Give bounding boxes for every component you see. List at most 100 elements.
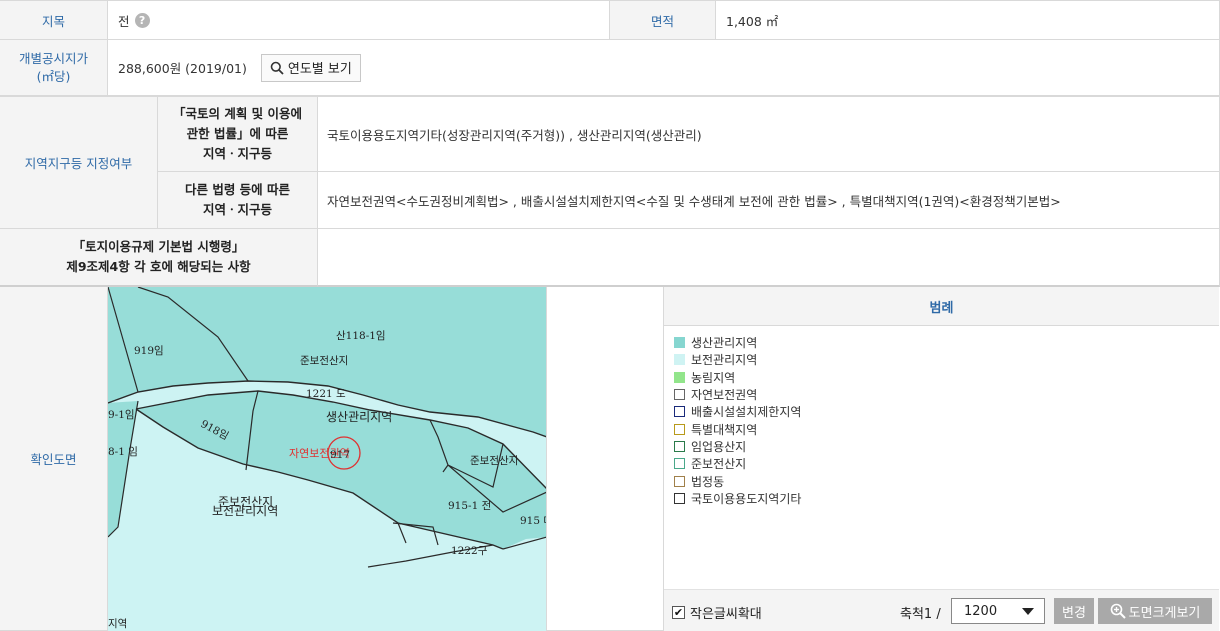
legend-item: 특별대책지역 — [674, 420, 801, 437]
small-text-label: 작은글씨확대 — [690, 607, 762, 622]
legend-item: 국토이용용도지역기타 — [674, 490, 801, 507]
change-button-label: 변경 — [1062, 605, 1086, 621]
national-law-label-1: 「국토의 계획 및 이용에 — [172, 106, 303, 121]
zoning-label: 지역지구등 지정여부 — [24, 156, 133, 171]
map-gap — [547, 287, 663, 631]
national-law-cell: 국토이용용도지역기타(성장관리지역(주거형)) , 생산관리지역(생산관리) — [318, 96, 1220, 172]
legend-swatch — [674, 371, 685, 383]
map-label-8: 8-1 임 — [108, 445, 138, 458]
map-label-5: 생산관리지역 — [326, 410, 392, 424]
price-cell: 288,600원 (2019/01) 연도별 보기 — [108, 40, 1220, 96]
legend-swatch — [674, 458, 685, 470]
zoom-in-icon — [1110, 603, 1126, 619]
national-law-header: 「국토의 계획 및 이용에 관한 법률」에 따른 지역ㆍ지구등 — [158, 96, 318, 172]
other-law-value: 자연보전권역<수도권정비계획법> , 배출시설설치제한지역<수질 및 수생태계 … — [327, 193, 1061, 209]
legend-item: 배출시설설치제한지역 — [674, 403, 801, 420]
legend-item-label: 배출시설설치제한지역 — [691, 405, 802, 420]
article-cell — [318, 229, 1220, 287]
legend-item: 임업용산지 — [674, 438, 801, 455]
map-label-1: 산118-1임 — [336, 329, 386, 342]
legend-item-label: 임업용산지 — [691, 439, 747, 454]
area-value: 1,408 ㎡ — [726, 13, 779, 29]
legend-footer: ✔ 작은글씨확대 축척1 / 1200 변경 도면크게보기 — [664, 589, 1219, 631]
land-category-cell: 전 ? — [108, 0, 610, 40]
national-law-label-3: 지역ㆍ지구등 — [202, 146, 272, 161]
other-law-label-1: 다른 법령 등에 따른 — [184, 182, 291, 197]
price-label-line2: (㎡당) — [36, 68, 71, 84]
map-label-17: 지역 — [108, 618, 127, 630]
map-view[interactable]: 산118-1임 919임 준보전산지 1221 도 생산관리지역 9-1임 91… — [108, 287, 547, 631]
scale-label: 축척1 / — [900, 607, 941, 622]
map-label-11: 준보전산지 — [470, 455, 518, 467]
search-icon — [270, 61, 284, 75]
legend-swatch — [674, 337, 685, 349]
legend-item-label: 특별대책지역 — [691, 422, 758, 437]
legend-swatch — [674, 389, 685, 401]
yearly-view-button[interactable]: 연도별 보기 — [260, 53, 361, 82]
article-label-2: 제9조제4항 각 호에 해당되는 사항 — [66, 259, 251, 274]
legend-item-label: 준보전산지 — [691, 457, 747, 472]
article-header: 「토지이용규제 기본법 시행령」 제9조제4항 각 호에 해당되는 사항 — [0, 229, 318, 287]
national-law-value: 국토이용용도지역기타(성장관리지역(주거형)) , 생산관리지역(생산관리) — [327, 127, 702, 143]
legend-swatch — [674, 440, 685, 452]
scale-value: 1200 — [964, 603, 998, 619]
small-text-toggle[interactable]: ✔ 작은글씨확대 — [672, 603, 762, 622]
area-cell: 1,408 ㎡ — [716, 0, 1220, 40]
legend-swatch — [674, 475, 685, 487]
map-label-6: 9-1임 — [108, 408, 135, 421]
legend-list: 생산관리지역보전관리지역농림지역자연보전권역배출시설설치제한지역특별대책지역임업… — [674, 334, 801, 507]
legend-item: 생산관리지역 — [674, 334, 801, 351]
checkbox-checked-icon[interactable]: ✔ — [672, 606, 685, 619]
article-label-1: 「토지이용규제 기본법 시행령」 — [72, 239, 245, 254]
other-law-header: 다른 법령 등에 따른 지역ㆍ지구등 — [158, 172, 318, 229]
map-label-15: 보전관리지역 — [212, 504, 278, 518]
legend-item-label: 법정동 — [691, 474, 725, 489]
legend-swatch — [674, 423, 685, 435]
land-category-label: 지목 — [41, 13, 65, 29]
land-category-header: 지목 — [0, 0, 108, 40]
caret-down-icon — [1022, 608, 1034, 615]
enlarge-map-label: 도면크게보기 — [1128, 605, 1201, 621]
price-value: 288,600원 (2019/01) — [118, 61, 247, 76]
legend-swatch — [674, 492, 685, 504]
yearly-view-label: 연도별 보기 — [287, 62, 352, 77]
map-label-2: 919임 — [134, 344, 164, 357]
legend-item-label: 농림지역 — [691, 370, 736, 385]
map-label-4: 1221 도 — [306, 388, 346, 400]
area-label: 면적 — [650, 13, 674, 29]
other-law-cell: 자연보전권역<수도권정비계획법> , 배출시설설치제한지역<수질 및 수생태계 … — [318, 172, 1220, 229]
legend-swatch — [674, 406, 685, 418]
legend-item-label: 자연보전권역 — [691, 388, 758, 403]
legend-title: 범례 — [664, 287, 1219, 326]
legend-item-label: 보전관리지역 — [691, 353, 758, 368]
map-label-3: 준보전산지 — [300, 355, 348, 367]
zoning-header: 지역지구등 지정여부 — [0, 96, 158, 229]
map-section-label: 확인도면 — [30, 452, 77, 467]
change-button[interactable]: 변경 — [1054, 598, 1094, 624]
parcel-map[interactable]: 산118-1임 919임 준보전산지 1221 도 생산관리지역 9-1임 91… — [108, 287, 547, 631]
scale-select[interactable]: 1200 — [951, 598, 1045, 624]
legend-item: 법정동 — [674, 472, 801, 489]
other-law-label-2: 지역ㆍ지구등 — [202, 202, 272, 217]
enlarge-map-button[interactable]: 도면크게보기 — [1098, 598, 1212, 624]
area-header: 면적 — [610, 0, 716, 40]
price-label-line1: 개별공시지가 — [18, 50, 88, 66]
national-law-label-2: 관한 법률」에 따른 — [186, 126, 289, 141]
legend-item-label: 생산관리지역 — [691, 336, 758, 351]
legend-item: 보전관리지역 — [674, 351, 801, 368]
legend-swatch — [674, 354, 685, 366]
map-header: 확인도면 — [0, 287, 108, 631]
price-header: 개별공시지가 (㎡당) — [0, 40, 108, 96]
legend-item: 자연보전권역 — [674, 386, 801, 403]
legend-item: 준보전산지 — [674, 455, 801, 472]
land-category-value: 전 — [118, 13, 130, 29]
legend-item: 농림지역 — [674, 369, 801, 386]
map-label-12: 915-1 전 — [448, 500, 491, 512]
legend-item-label: 국토이용용도지역기타 — [691, 491, 802, 506]
help-icon[interactable]: ? — [134, 12, 150, 28]
map-label-13: 915 대 — [520, 515, 547, 527]
map-label-16: 1222구 — [451, 545, 488, 557]
map-label-10: 917 — [330, 449, 350, 461]
legend-panel: 범례 생산관리지역보전관리지역농림지역자연보전권역배출시설설치제한지역특별대책지… — [663, 287, 1219, 631]
legend-title-text: 범례 — [929, 300, 954, 316]
